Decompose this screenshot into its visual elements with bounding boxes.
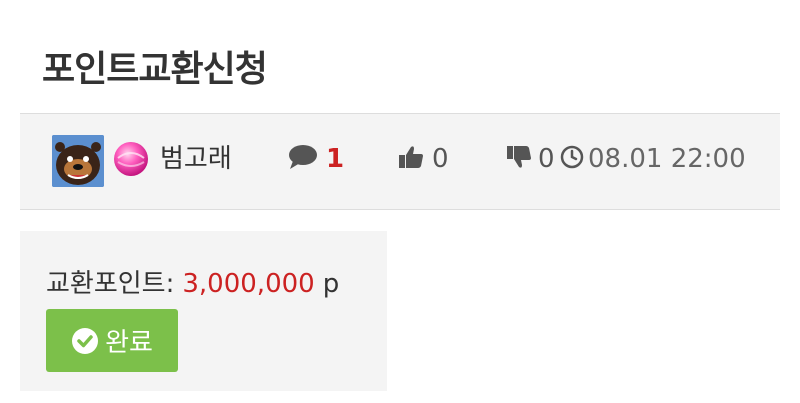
comment-count-value: 1 bbox=[326, 144, 345, 174]
post-date-value: 08.01 22:00 bbox=[588, 144, 746, 174]
exchange-points-unit: p bbox=[322, 269, 340, 299]
status-complete-label: 완료 bbox=[105, 328, 153, 358]
post-meta-bar: 범고래 1 0 0 08.01 22:00 bbox=[20, 113, 780, 210]
exchange-points-line: 교환포인트: 3,000,000 p bbox=[46, 263, 339, 300]
comment-icon bbox=[288, 144, 318, 174]
exchange-info-panel: 교환포인트: 3,000,000 p 완료 bbox=[20, 231, 387, 391]
exchange-points-value: 3,000,000 bbox=[182, 269, 315, 299]
thumbs-down-icon bbox=[506, 144, 532, 174]
pink-orb-icon bbox=[112, 140, 150, 178]
like-count-value: 0 bbox=[432, 144, 449, 174]
avatar[interactable] bbox=[52, 135, 104, 187]
thumbs-up-icon bbox=[398, 144, 424, 174]
status-complete-button[interactable]: 완료 bbox=[46, 309, 178, 372]
like-count[interactable]: 0 bbox=[398, 142, 449, 176]
page-title: 포인트교환신청 bbox=[42, 49, 268, 90]
author-name[interactable]: 범고래 bbox=[160, 142, 232, 176]
dislike-count-value: 0 bbox=[538, 144, 555, 174]
dislike-count[interactable]: 0 bbox=[506, 142, 555, 176]
exchange-points-label: 교환포인트: bbox=[46, 269, 175, 299]
comment-count[interactable]: 1 bbox=[288, 142, 344, 176]
post-date: 08.01 22:00 bbox=[560, 142, 746, 176]
clock-icon bbox=[560, 145, 584, 173]
check-circle-icon bbox=[71, 327, 99, 355]
